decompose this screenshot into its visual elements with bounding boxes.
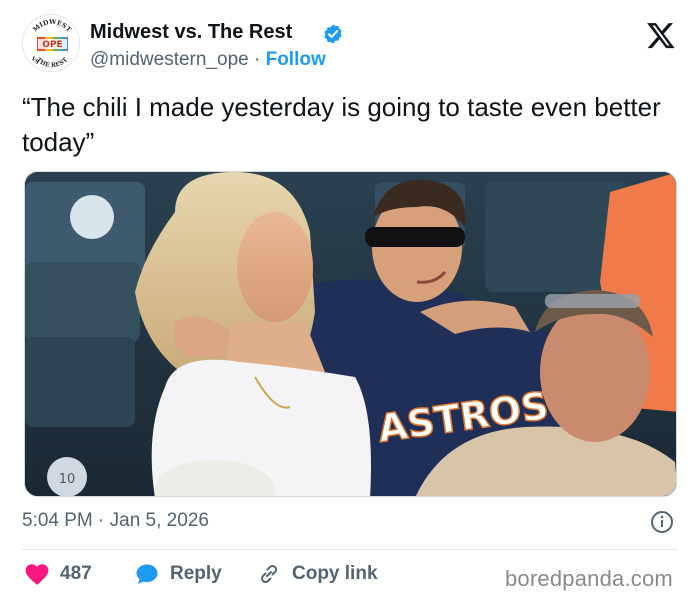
heart-icon xyxy=(25,564,49,585)
tweet-text: “The chili I made yesterday is going to … xyxy=(22,92,661,157)
avatar-ope-text: OPE xyxy=(42,40,62,50)
seat-number: 10 xyxy=(59,472,76,487)
separator: · xyxy=(253,49,261,70)
handle-row: @midwestern_ope · Follow xyxy=(90,49,326,71)
reply-bubble-icon xyxy=(136,564,158,584)
like-count: 487 xyxy=(60,563,92,584)
like-button[interactable]: 487 xyxy=(24,561,92,587)
follow-button[interactable]: Follow xyxy=(266,49,326,70)
verified-badge-icon xyxy=(324,24,342,44)
copy-link-button[interactable]: Copy link xyxy=(256,561,378,587)
avatar[interactable]: MIDWEST THE REST OPE VS xyxy=(22,14,80,72)
handle[interactable]: @midwestern_ope xyxy=(90,49,249,70)
copy-link-label: Copy link xyxy=(292,563,378,584)
watermark-text: boredpanda.com xyxy=(505,566,673,591)
info-icon[interactable] xyxy=(650,510,674,534)
link-icon xyxy=(260,564,278,584)
tweet-photo[interactable]: 10 ASTROS xyxy=(24,171,677,497)
tweet-card: MIDWEST THE REST OPE VS Midwest vs. The … xyxy=(0,0,700,601)
reply-label: Reply xyxy=(170,563,222,584)
timestamp[interactable]: 5:04 PM · Jan 5, 2026 xyxy=(22,510,209,532)
reply-button[interactable]: Reply xyxy=(134,561,222,587)
display-name[interactable]: Midwest vs. The Rest xyxy=(90,21,292,44)
x-logo-icon[interactable] xyxy=(645,20,677,50)
divider xyxy=(22,549,678,550)
